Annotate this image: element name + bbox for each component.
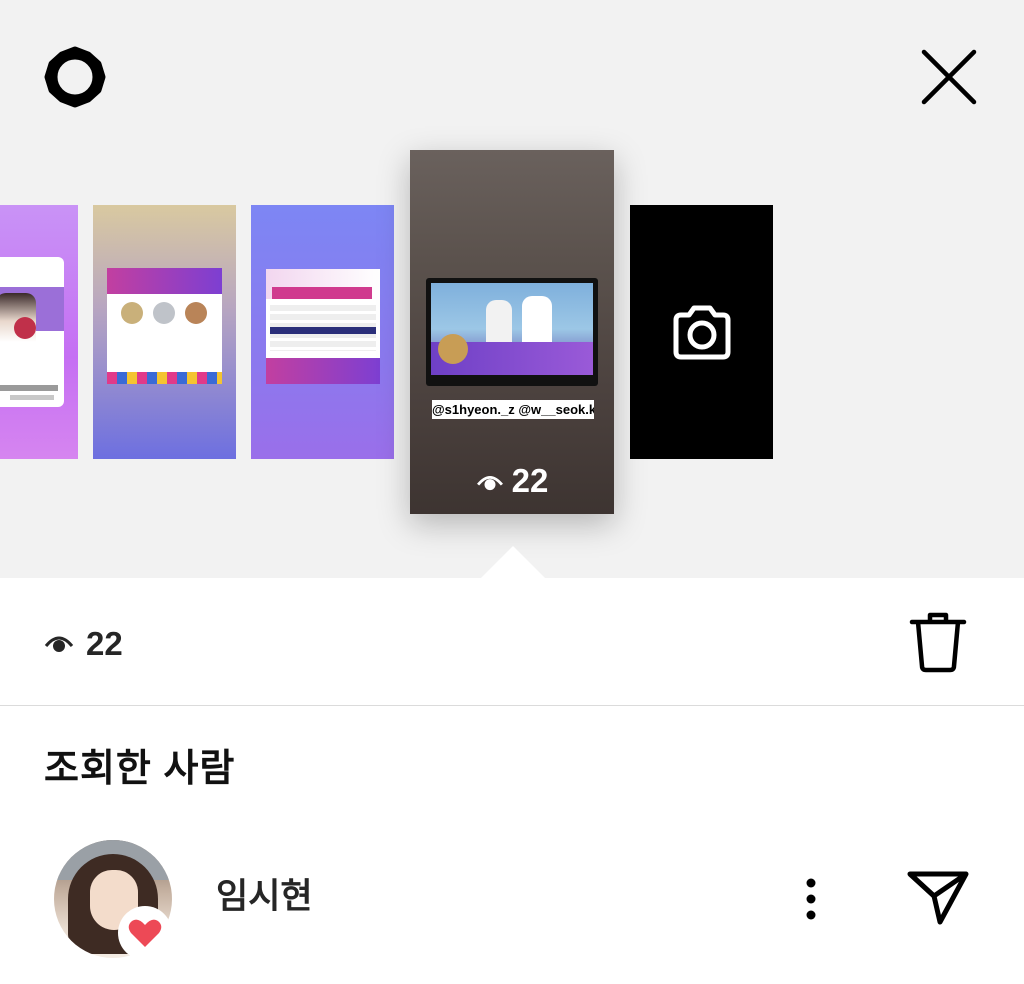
liked-badge (118, 906, 172, 960)
story-stats-bar (0, 578, 1024, 706)
viewer-username[interactable]: 임시현 (216, 874, 313, 920)
total-views-count[interactable]: 22 (86, 624, 123, 664)
trash-icon[interactable] (908, 612, 968, 674)
eye-icon (476, 475, 503, 491)
mention-sticker[interactable]: @s1hyeon._z @w__seok.k (432, 400, 594, 419)
more-vertical-icon[interactable] (796, 872, 826, 926)
gear-icon[interactable] (40, 42, 110, 112)
eye-icon (44, 636, 74, 652)
story-image (266, 269, 380, 384)
camera-icon (673, 305, 730, 360)
story-image (426, 278, 598, 386)
story-image (0, 257, 64, 407)
story-thumbnail[interactable]: 53 (251, 205, 394, 459)
story-view-count: 22 (410, 462, 614, 500)
selection-pointer (480, 546, 546, 579)
viewers-section-title: 조회한 사람 (44, 748, 236, 790)
story-thumbnail[interactable]: 64 (0, 205, 78, 459)
close-icon[interactable] (916, 44, 982, 110)
add-story-camera[interactable] (630, 205, 773, 459)
heart-icon (128, 919, 162, 947)
story-image (107, 268, 222, 384)
story-thumbnail[interactable]: 56 (93, 205, 236, 459)
send-icon[interactable] (904, 866, 972, 928)
story-thumbnail-selected[interactable]: @s1hyeon._z @w__seok.k 22 (410, 150, 614, 514)
view-count-label: 22 (511, 462, 549, 499)
